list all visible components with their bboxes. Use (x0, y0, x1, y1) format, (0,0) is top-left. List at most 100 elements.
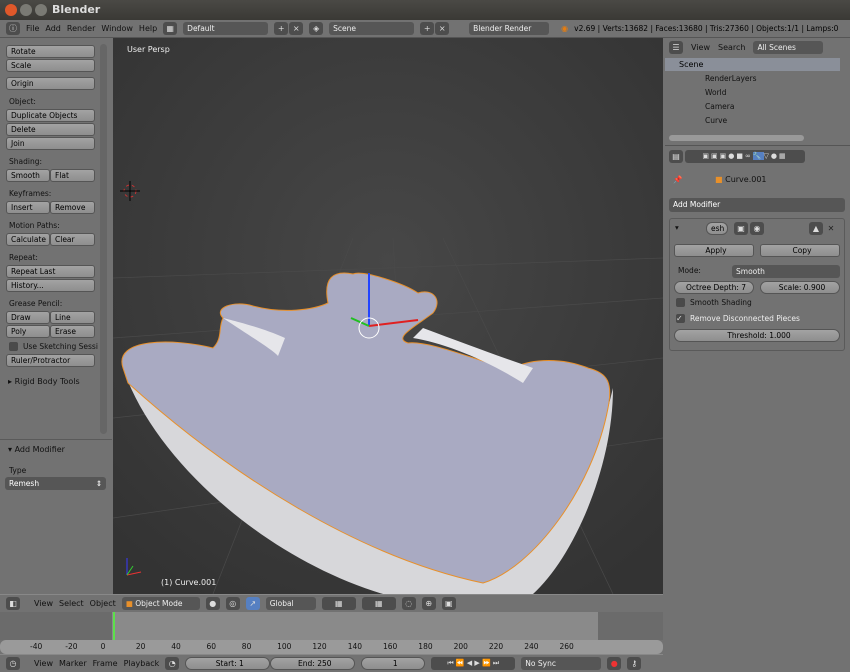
collapse-icon[interactable]: ▾ (675, 223, 679, 232)
layers-icon[interactable]: ▦ (321, 597, 356, 610)
menu-add[interactable]: Add (45, 24, 61, 33)
add-scene-button[interactable]: + (420, 22, 435, 35)
layers2-icon[interactable]: ▦ (361, 597, 396, 610)
snap-icon[interactable]: ⊕ (421, 597, 436, 610)
scene-field[interactable]: Scene (329, 22, 415, 35)
outliner-type-icon[interactable]: ☰ (669, 41, 683, 54)
smooth-button[interactable]: Smooth (6, 169, 50, 182)
menu-frame[interactable]: Frame (93, 659, 118, 668)
history-button[interactable]: History... (6, 279, 95, 292)
layout-icon[interactable]: ▦ (163, 22, 178, 35)
poly-button[interactable]: Poly (6, 325, 50, 338)
end-frame-field[interactable]: End: 250 (270, 657, 356, 670)
operator-panel-header[interactable]: ▾ Add Modifier (8, 445, 65, 454)
type-select[interactable]: Remesh ⇕ (5, 477, 106, 490)
menu-playback[interactable]: Playback (124, 659, 160, 668)
clear-button[interactable]: Clear (50, 233, 95, 246)
calculate-button[interactable]: Calculate (6, 233, 50, 246)
insert-keyframe-button[interactable]: Insert (6, 201, 50, 214)
mode-select[interactable]: Smooth (732, 265, 840, 278)
rigid-body-panel[interactable]: ▸ Rigid Body Tools (8, 377, 80, 386)
layout-field[interactable]: Default (183, 22, 269, 35)
pivot-select[interactable]: ◎ (225, 597, 240, 610)
close-button[interactable] (5, 4, 17, 16)
origin-button[interactable]: Origin (6, 77, 95, 90)
render-toggle-icon[interactable]: ▣ (734, 222, 748, 235)
timeline-area[interactable] (0, 612, 663, 640)
flat-button[interactable]: Flat (50, 169, 95, 182)
outliner-view-menu[interactable]: View (691, 43, 710, 52)
remove-disconnected-checkbox[interactable]: ✓ (676, 314, 685, 323)
playback-controls[interactable]: ⏮ ⏪ ◀ ▶ ⏩ ⏭ (431, 657, 516, 670)
render-engine-select[interactable]: Blender Render (469, 22, 550, 35)
apply-button[interactable]: Apply (674, 244, 754, 257)
copy-button[interactable]: Copy (760, 244, 840, 257)
menu-view[interactable]: View (34, 659, 53, 668)
pin-icon[interactable]: 📌 (673, 175, 682, 184)
move-up-button[interactable]: ▲ (809, 222, 823, 235)
record-icon[interactable]: ● (607, 657, 622, 670)
context-tabs[interactable]: ▣▣▣●■∞🔧▽●▦ (685, 150, 805, 163)
outliner-item-camera[interactable]: Camera (705, 102, 734, 111)
viewport-toggle-icon[interactable]: ◉ (750, 222, 764, 235)
manipulator-toggle[interactable]: ↗ (245, 597, 260, 610)
minimize-button[interactable] (20, 4, 32, 16)
current-frame-line[interactable] (113, 612, 115, 640)
maximize-button[interactable] (35, 4, 47, 16)
menu-window[interactable]: Window (101, 24, 133, 33)
threshold-field[interactable]: Threshold: 1.000 (674, 329, 840, 342)
tool-shelf-scrollbar[interactable] (100, 44, 107, 434)
render-icon[interactable]: ▣ (441, 597, 456, 610)
menu-select[interactable]: Select (59, 599, 84, 608)
menu-marker[interactable]: Marker (59, 659, 87, 668)
sketching-checkbox[interactable] (9, 342, 18, 351)
sync-select[interactable]: No Sync (521, 657, 602, 670)
shading-select[interactable]: ● (205, 597, 220, 610)
keying-icon[interactable]: ⚷ (627, 657, 642, 670)
editor-type-icon[interactable]: ⓘ (6, 22, 20, 35)
scene-icon[interactable]: ◈ (309, 22, 324, 35)
menu-object[interactable]: Object (90, 599, 116, 608)
menu-file[interactable]: File (26, 24, 39, 33)
preview-range-icon[interactable]: ◔ (165, 657, 180, 670)
modifier-name-field[interactable]: esh (706, 222, 728, 235)
current-frame-field[interactable]: 1 (361, 657, 426, 670)
proportional-icon[interactable]: ◌ (401, 597, 416, 610)
editor-type-icon[interactable]: ◧ (6, 597, 20, 610)
erase-button[interactable]: Erase (50, 325, 95, 338)
outliner-item-curve[interactable]: Curve (705, 116, 727, 125)
remove-layout-button[interactable]: × (289, 22, 304, 35)
octree-depth-field[interactable]: Octree Depth: 7 (674, 281, 754, 294)
delete-button[interactable]: Delete (6, 123, 95, 136)
outliner-filter-select[interactable]: All Scenes (753, 41, 824, 54)
add-layout-button[interactable]: + (274, 22, 289, 35)
mode-select[interactable]: ■ Object Mode (121, 597, 200, 610)
add-modifier-select[interactable]: Add Modifier (669, 198, 845, 212)
menu-help[interactable]: Help (139, 24, 157, 33)
scale-field[interactable]: Scale: 0.900 (760, 281, 840, 294)
repeat-last-button[interactable]: Repeat Last (6, 265, 95, 278)
menu-render[interactable]: Render (67, 24, 95, 33)
smooth-shading-checkbox[interactable] (676, 298, 685, 307)
start-frame-field[interactable]: Start: 1 (185, 657, 271, 670)
menu-view[interactable]: View (34, 599, 53, 608)
remove-keyframe-button[interactable]: Remove (50, 201, 95, 214)
3d-viewport[interactable]: User Persp (1) Curve.001 (113, 38, 663, 594)
orientation-select[interactable]: Global (265, 597, 316, 610)
scale-button[interactable]: Scale (6, 59, 95, 72)
outliner-search-menu[interactable]: Search (718, 43, 745, 52)
draw-button[interactable]: Draw (6, 311, 50, 324)
outliner-item-scene[interactable]: Scene (665, 58, 840, 71)
remove-scene-button[interactable]: × (435, 22, 450, 35)
outliner-item-renderlayers[interactable]: RenderLayers (705, 74, 757, 83)
editor-type-icon[interactable]: ◷ (6, 657, 20, 670)
properties-type-icon[interactable]: ▤ (669, 150, 683, 163)
rotate-button[interactable]: Rotate (6, 45, 95, 58)
remove-modifier-button[interactable]: ✕ (824, 222, 838, 235)
ruler-button[interactable]: Ruler/Protractor (6, 354, 95, 367)
outliner-item-world[interactable]: World (705, 88, 727, 97)
duplicate-objects-button[interactable]: Duplicate Objects (6, 109, 95, 122)
outliner-scrollbar[interactable] (669, 135, 804, 141)
line-button[interactable]: Line (50, 311, 95, 324)
join-button[interactable]: Join (6, 137, 95, 150)
